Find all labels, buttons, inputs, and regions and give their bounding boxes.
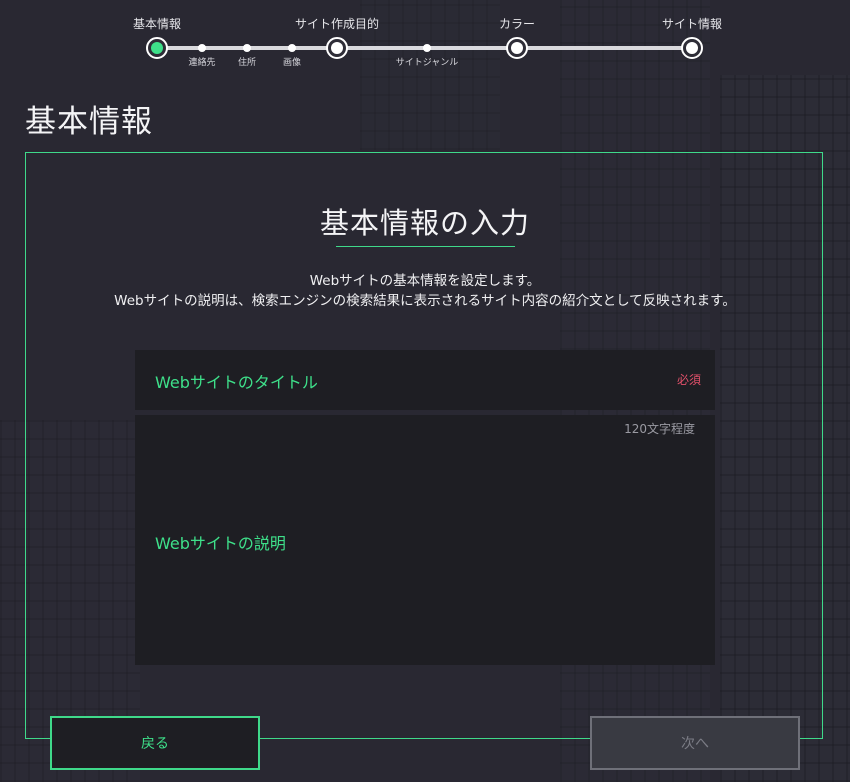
form-title: 基本情報の入力 — [319, 206, 530, 240]
step-label-site-info: サイト情報 — [661, 17, 723, 31]
step-node-site-purpose[interactable] — [326, 37, 348, 59]
step-label-color: カラー — [498, 17, 536, 31]
substep-label-contact: 連絡先 — [188, 58, 216, 68]
step-label-basic-info: 基本情報 — [132, 17, 182, 31]
site-description-label: Webサイトの説明 — [155, 534, 286, 553]
substep-node-site-genre[interactable] — [423, 44, 431, 52]
form-description-line-1: Webサイトの基本情報を設定します。 — [309, 273, 541, 289]
step-node-color[interactable] — [506, 37, 528, 59]
substep-label-site-genre: サイトジャンル — [395, 58, 459, 68]
substep-label-image: 画像 — [282, 58, 302, 68]
substep-label-address: 住所 — [237, 58, 257, 68]
title-underline — [336, 246, 515, 247]
next-button[interactable]: 次へ — [590, 716, 800, 770]
progress-stepper: 基本情報 サイト作成目的 カラー サイト情報 連絡先 住所 画像 サイトジャンル — [0, 0, 850, 80]
site-description-textarea[interactable]: 120文字程度 Webサイトの説明 — [135, 415, 715, 665]
page-title: 基本情報 — [25, 104, 153, 140]
step-node-basic-info[interactable] — [146, 37, 168, 59]
site-title-label: Webサイトのタイトル — [155, 373, 318, 392]
character-count-hint: 120文字程度 — [624, 422, 695, 436]
back-button[interactable]: 戻る — [50, 716, 260, 770]
substep-node-image[interactable] — [288, 44, 296, 52]
site-title-input[interactable]: Webサイトのタイトル 必須 — [135, 350, 715, 410]
substep-node-contact[interactable] — [198, 44, 206, 52]
form-description-line-2: Webサイトの説明は、検索エンジンの検索結果に表示されるサイト内容の紹介文として… — [114, 293, 736, 309]
substep-node-address[interactable] — [243, 44, 251, 52]
step-node-site-info[interactable] — [681, 37, 703, 59]
required-badge: 必須 — [676, 373, 701, 387]
step-label-site-purpose: サイト作成目的 — [294, 17, 380, 31]
